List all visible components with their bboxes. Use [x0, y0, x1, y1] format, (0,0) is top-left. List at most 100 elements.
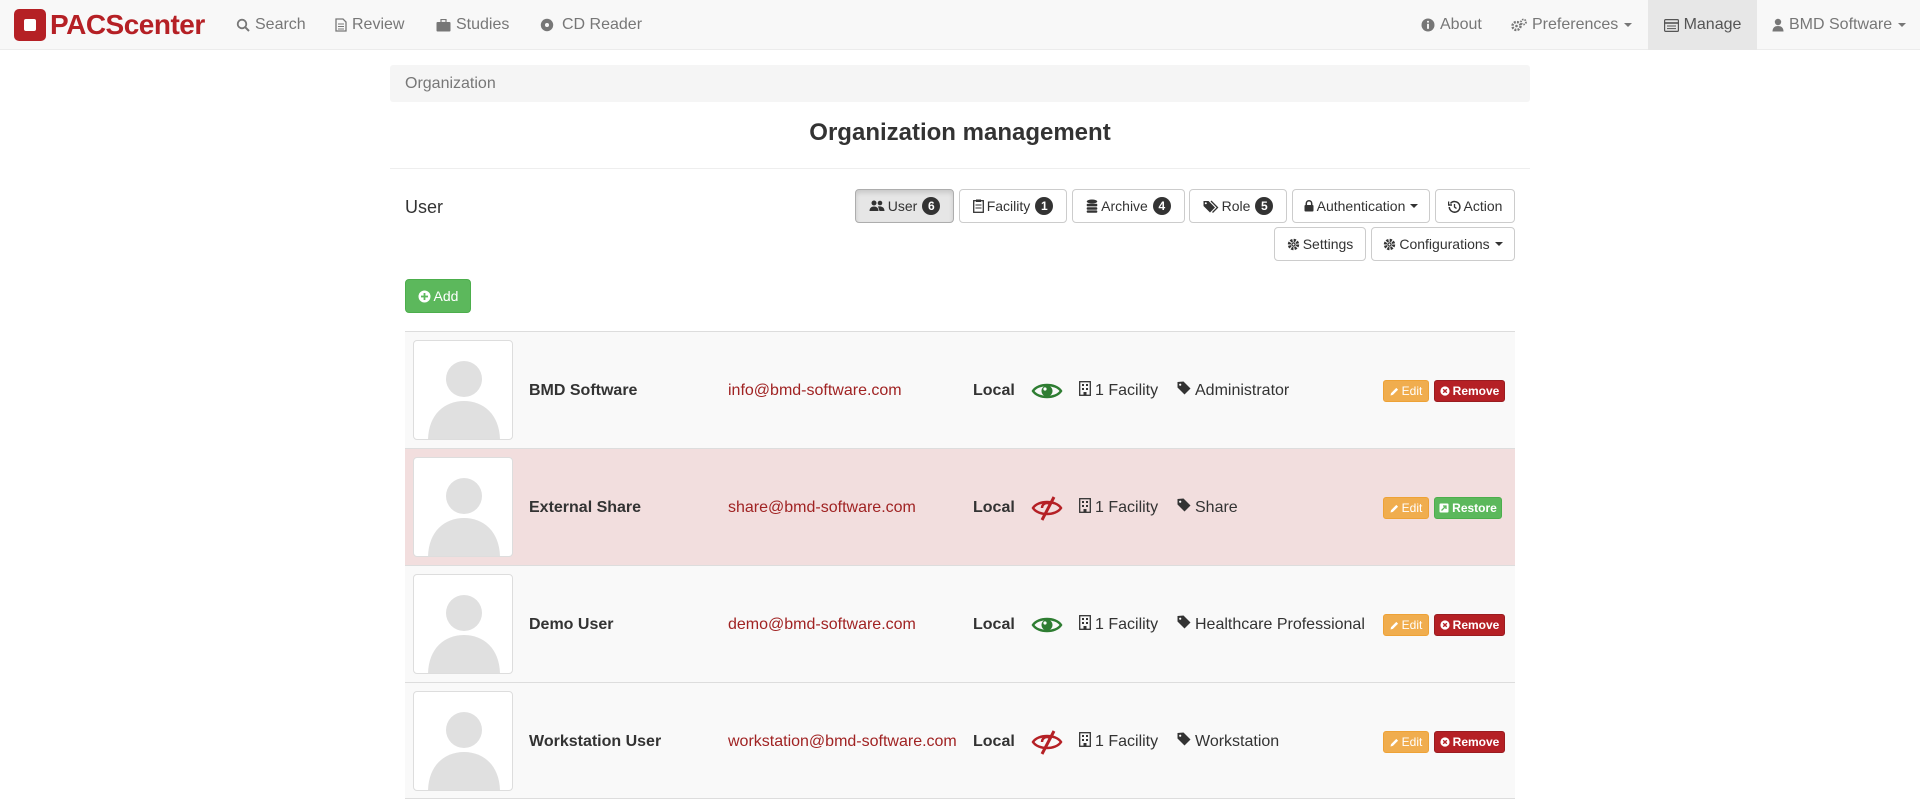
- file-icon: [335, 18, 347, 32]
- user-email-link[interactable]: info@bmd-software.com: [728, 332, 902, 449]
- eye-slash-icon[interactable]: [1031, 449, 1063, 566]
- settings-button[interactable]: Settings: [1274, 227, 1366, 261]
- pencil-icon: [1390, 504, 1402, 513]
- user-email-link[interactable]: demo@bmd-software.com: [728, 566, 916, 683]
- remove-button[interactable]: Remove: [1434, 731, 1505, 753]
- table-row: BMD Software info@bmd-software.com Local 1 …: [405, 331, 1515, 448]
- nav-manage[interactable]: Manage: [1648, 0, 1757, 50]
- brand-name: PACScenter: [50, 9, 205, 40]
- avatar: [413, 340, 513, 440]
- times-circle-icon: [1440, 737, 1453, 747]
- plus-circle-icon: [418, 290, 431, 302]
- count-badge: 4: [1152, 197, 1171, 215]
- user-role: Share: [1177, 449, 1238, 566]
- building-icon: [1079, 614, 1095, 635]
- tag-icon: [1177, 615, 1195, 634]
- chevron-down-icon: [1494, 242, 1503, 246]
- facility-count: 1 Facility: [1079, 449, 1158, 566]
- table-row: Workstation User workstation@bmd-software…: [405, 682, 1515, 799]
- remove-button[interactable]: Remove: [1434, 380, 1505, 402]
- breadcrumb-item[interactable]: Organization: [405, 75, 496, 93]
- user-icon: [1772, 18, 1784, 32]
- nav-about[interactable]: About: [1421, 0, 1482, 50]
- auth-type: Local: [973, 498, 1015, 516]
- facility-count: 1 Facility: [1079, 566, 1158, 683]
- user-email-link[interactable]: share@bmd-software.com: [728, 449, 916, 566]
- tab-user[interactable]: User 6: [855, 189, 954, 223]
- tab-action[interactable]: Action: [1435, 189, 1515, 223]
- times-circle-icon: [1440, 386, 1453, 396]
- tag-icon: [1177, 498, 1195, 517]
- user-role: Healthcare Professional: [1177, 566, 1365, 683]
- add-user-button[interactable]: Add: [405, 279, 471, 313]
- edit-button[interactable]: Edit: [1383, 497, 1429, 519]
- gear-icon: [1384, 238, 1396, 250]
- tag-icon: [1177, 381, 1195, 400]
- auth-type: Local: [973, 615, 1015, 633]
- list-icon: [1663, 18, 1679, 32]
- briefcase-icon: [436, 18, 451, 31]
- breadcrumb: Organization: [390, 65, 1530, 102]
- tags-icon: [1203, 200, 1219, 213]
- facility-count: 1 Facility: [1079, 332, 1158, 449]
- database-icon: [1086, 199, 1098, 213]
- tab-archive[interactable]: Archive 4: [1072, 189, 1185, 223]
- chevron-down-icon: [1898, 23, 1907, 27]
- edit-button[interactable]: Edit: [1383, 380, 1429, 402]
- pencil-icon: [1390, 387, 1402, 396]
- brand-logo[interactable]: PACScenter: [14, 9, 205, 41]
- cogs-icon: [1511, 18, 1527, 32]
- history-icon: [1447, 200, 1461, 213]
- avatar: [413, 574, 513, 674]
- top-navbar: PACScenter Search Review Studies CD Read…: [0, 0, 1920, 50]
- section-label: User: [405, 197, 444, 217]
- eye-slash-icon[interactable]: [1031, 683, 1063, 800]
- nav-studies[interactable]: Studies: [436, 0, 509, 50]
- building-icon: [1079, 497, 1095, 518]
- user-name: Demo User: [529, 615, 614, 633]
- user-name: External Share: [529, 498, 642, 516]
- eye-icon[interactable]: [1031, 566, 1063, 683]
- user-role: Administrator: [1177, 332, 1289, 449]
- times-circle-icon: [1440, 620, 1453, 630]
- user-email-link[interactable]: workstation@bmd-software.com: [728, 683, 957, 800]
- nav-review[interactable]: Review: [335, 0, 404, 50]
- tag-icon: [1177, 732, 1195, 751]
- brand-icon: [14, 9, 46, 41]
- table-row: Demo User demo@bmd-software.com Local 1 Fac…: [405, 565, 1515, 682]
- clipboard-icon: [972, 199, 984, 213]
- edit-button[interactable]: Edit: [1383, 731, 1429, 753]
- tab-authentication[interactable]: Authentication: [1292, 189, 1430, 223]
- gear-icon: [1287, 238, 1299, 250]
- configurations-dropdown[interactable]: Configurations: [1371, 227, 1515, 261]
- lock-icon: [1304, 200, 1314, 212]
- building-icon: [1079, 731, 1095, 752]
- divider: [390, 168, 1530, 169]
- user-name: BMD Software: [529, 381, 638, 399]
- remove-button[interactable]: Remove: [1434, 614, 1505, 636]
- pencil-icon: [1390, 738, 1402, 747]
- facility-count: 1 Facility: [1079, 683, 1158, 800]
- user-name: Workstation User: [529, 732, 662, 750]
- auth-type: Local: [973, 732, 1015, 750]
- tab-facility[interactable]: Facility 1: [959, 189, 1067, 223]
- tab-role[interactable]: Role 5: [1189, 189, 1287, 223]
- edit-button[interactable]: Edit: [1383, 614, 1429, 636]
- table-row: External Share share@bmd-software.com Loca…: [405, 448, 1515, 565]
- avatar: [413, 691, 513, 791]
- nav-search[interactable]: Search: [236, 0, 306, 50]
- pencil-icon: [1390, 621, 1402, 630]
- nav-cd-reader[interactable]: CD Reader: [540, 0, 642, 50]
- count-badge: 5: [1255, 197, 1274, 215]
- count-badge: 6: [922, 197, 941, 215]
- avatar: [413, 457, 513, 557]
- nav-preferences[interactable]: Preferences: [1511, 0, 1633, 50]
- nav-user-menu[interactable]: BMD Software: [1772, 0, 1907, 50]
- restore-icon: [1439, 503, 1452, 513]
- disc-icon: [540, 18, 554, 32]
- search-icon: [236, 18, 250, 32]
- users-icon: [869, 200, 885, 211]
- user-role: Workstation: [1177, 683, 1279, 800]
- restore-button[interactable]: Restore: [1434, 497, 1502, 519]
- eye-icon[interactable]: [1031, 332, 1063, 449]
